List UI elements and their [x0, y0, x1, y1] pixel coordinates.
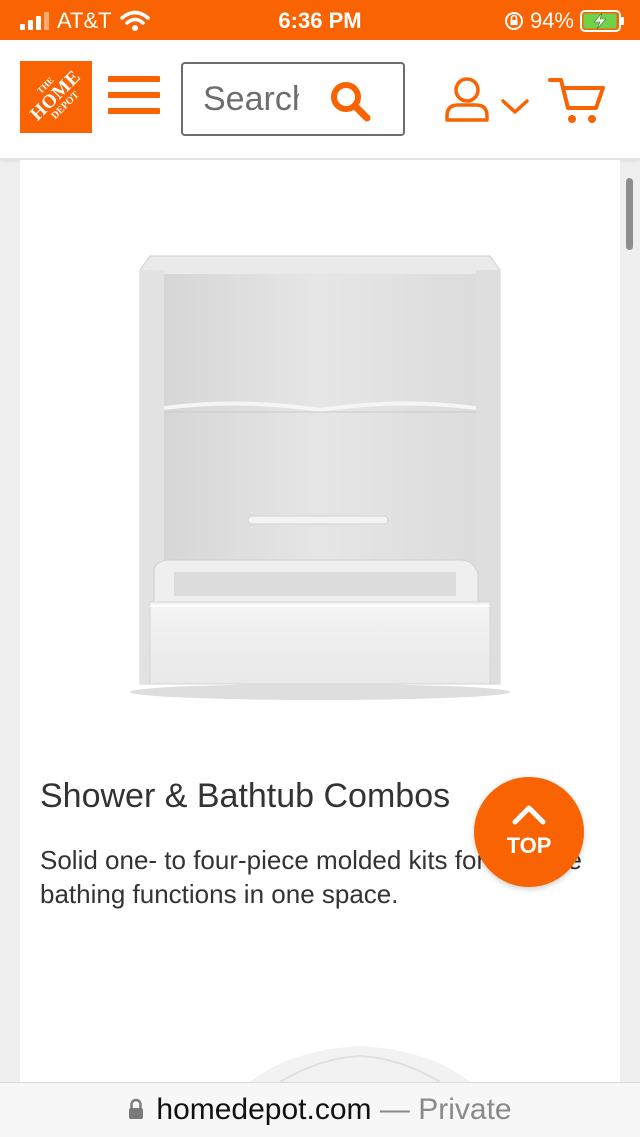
search-icon[interactable]: [329, 80, 371, 122]
back-to-top-label: TOP: [506, 833, 552, 858]
padlock-icon: [129, 1098, 144, 1119]
user-icon[interactable]: [444, 76, 490, 122]
arrow-up-icon: [512, 805, 546, 825]
page-scrollbar[interactable]: [626, 178, 633, 250]
category-card[interactable]: Shower & Bathtub Combos Solid one- to fo…: [20, 160, 620, 1082]
private-mode-label: Private: [418, 1093, 512, 1126]
search-input[interactable]: [203, 78, 299, 120]
battery-charging-icon: [580, 10, 624, 32]
address-separator: —: [379, 1093, 410, 1126]
site-header: THE HOME DEPOT: [0, 40, 640, 159]
back-to-top-button[interactable]: TOP: [474, 777, 584, 887]
chevron-down-icon[interactable]: [500, 98, 530, 116]
address-content: homedepot.com — Private: [0, 1093, 640, 1127]
address-domain: homedepot.com: [156, 1093, 372, 1126]
logo-text: THE HOME DEPOT: [20, 61, 92, 133]
battery-percent: 94%: [529, 8, 574, 33]
menu-icon[interactable]: [108, 76, 160, 120]
browser-address-bar[interactable]: homedepot.com — Private: [0, 1082, 640, 1137]
status-bar: AT&T 6:36 PM 94%: [0, 0, 640, 40]
cart-icon[interactable]: [548, 74, 606, 128]
status-right: 94%: [504, 8, 626, 34]
rotation-lock-icon: [504, 12, 523, 30]
shower-bathtub-image[interactable]: [120, 230, 520, 710]
next-product-image-partial[interactable]: [250, 1040, 470, 1082]
home-depot-logo[interactable]: THE HOME DEPOT: [20, 61, 92, 133]
search-box[interactable]: [181, 62, 405, 136]
